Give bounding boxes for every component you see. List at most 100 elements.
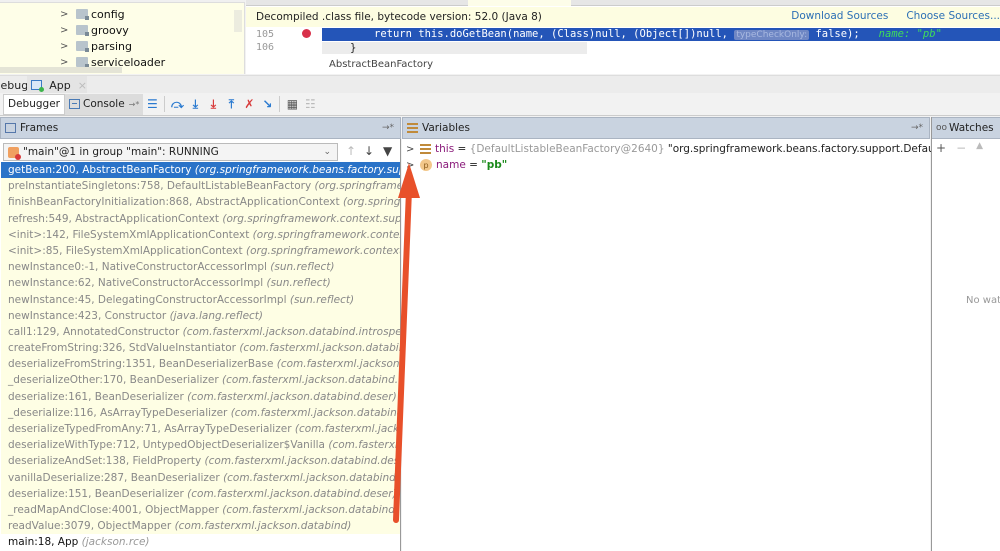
horizontal-scrollbar[interactable] — [0, 67, 122, 73]
filter-icon[interactable]: ▼ — [383, 144, 392, 158]
variable-name: name — [436, 159, 466, 171]
frame-row[interactable]: <init>:85, FileSystemXmlApplicationConte… — [1, 242, 400, 260]
frame-row[interactable]: vanillaDeserialize:287, BeanDeserializer… — [1, 469, 400, 486]
frame-package: (com.fasterxml.jackson.databind.deser) — [276, 358, 400, 371]
chevron-right-icon[interactable]: > — [60, 25, 72, 36]
pin-icon[interactable]: →* — [382, 123, 394, 133]
editor-tab-active[interactable] — [468, 0, 571, 6]
step-over-icon[interactable]: ⤼ — [168, 95, 186, 113]
frame-package: (org.springframework.context.support) — [342, 196, 400, 209]
equals: = — [454, 143, 470, 155]
frame-method: refresh:549, AbstractApplicationContext — [8, 212, 220, 225]
frames-title: Frames — [20, 122, 59, 134]
download-sources-link[interactable]: Download Sources — [791, 10, 888, 22]
chevron-right-icon[interactable]: > — [406, 160, 420, 171]
frame-package: (com.fasterxml.jackson.databind.jsontype… — [294, 423, 400, 435]
arrow-down-icon[interactable]: ↓ — [364, 144, 374, 158]
move-up-icon[interactable]: ▲ — [976, 141, 983, 155]
chevron-right-icon[interactable]: > — [60, 9, 72, 20]
frame-row[interactable]: newInstance0:-1, NativeConstructorAccess… — [1, 259, 400, 276]
frame-package: (java.lang.reflect) — [169, 309, 264, 322]
frame-row[interactable]: preInstantiateSingletons:758, DefaultLis… — [1, 178, 400, 195]
arrow-up-icon[interactable]: ↑ — [346, 144, 356, 158]
evaluate-expression-icon[interactable]: ▦ — [283, 95, 301, 113]
frame-row[interactable]: _deserialize:116, AsArrayTypeDeserialize… — [1, 404, 400, 421]
variable-name-row[interactable]: > p name = "pb" — [406, 157, 507, 173]
current-execution-line[interactable]: return this.doGetBean(name, (Class)null,… — [322, 28, 1000, 41]
debugger-toolbar: Debugger Console →* ☰ ⤼ ⤓ ⤓ ⤒ ✗ ↘ ▦ ☷ — [0, 93, 1000, 116]
tree-item-parsing[interactable]: > parsing — [60, 38, 132, 54]
add-icon[interactable]: + — [936, 141, 946, 155]
breadcrumb[interactable]: AbstractBeanFactory — [329, 59, 433, 70]
code-line[interactable]: } — [322, 42, 587, 54]
variable-name: this — [435, 143, 455, 155]
trace-icon[interactable]: ☷ — [301, 95, 319, 113]
drop-frame-icon[interactable]: ✗ — [240, 95, 258, 113]
run-to-cursor-icon[interactable]: ↘ — [258, 95, 276, 113]
pin-icon[interactable]: →* — [911, 123, 923, 133]
frame-row[interactable]: main:18, App (jackson.rce) — [1, 534, 400, 551]
frame-row[interactable]: newInstance:423, Constructor (java.lang.… — [1, 307, 400, 324]
remove-icon[interactable]: − — [956, 141, 966, 155]
divider — [164, 96, 166, 112]
frame-row[interactable]: deserialize:151, BeanDeserializer (com.f… — [1, 485, 400, 502]
watches-panel: oo Watches + − ▲ No watches — [931, 117, 1000, 551]
frame-package: (com.fasterxml.jackson.databind.deser.im… — [204, 455, 400, 468]
frame-row[interactable]: readValue:3079, ObjectMapper (com.faster… — [1, 518, 400, 535]
chevron-right-icon[interactable]: > — [406, 144, 420, 155]
line-number: 106 — [256, 42, 275, 53]
line-number: 105 — [256, 29, 275, 40]
frame-row[interactable]: deserializeTypedFromAny:71, AsArrayTypeD… — [1, 421, 400, 438]
field-icon — [420, 144, 431, 154]
equals: = — [465, 159, 482, 171]
step-into-icon[interactable]: ⤓ — [186, 95, 204, 113]
chevron-right-icon[interactable]: > — [60, 41, 72, 52]
frame-package: (sun.reflect) — [289, 293, 355, 306]
chevron-down-icon[interactable]: ⌄ — [323, 147, 331, 157]
pin-icon[interactable]: →* — [129, 100, 140, 109]
frame-row[interactable]: newInstance:62, NativeConstructorAccesso… — [1, 275, 400, 292]
variable-type: {DefaultListableBeanFactory@2640} — [469, 143, 665, 155]
frame-row[interactable]: refresh:549, AbstractApplicationContext … — [1, 210, 400, 227]
frames-header: Frames →* — [0, 117, 401, 139]
frame-row[interactable]: <init>:142, FileSystemXmlApplicationCont… — [1, 226, 400, 243]
frame-package: (com.fasterxml.jackson.databind.jsontype… — [230, 406, 400, 419]
glasses-icon: oo — [936, 123, 948, 133]
watches-title: Watches — [949, 122, 994, 134]
frame-row[interactable]: getBean:200, AbstractBeanFactory (org.sp… — [1, 162, 400, 179]
frame-method: _readMapAndClose:4001, ObjectMapper — [8, 503, 219, 516]
frame-row[interactable]: call1:129, AnnotatedConstructor (com.fas… — [1, 323, 400, 341]
thread-selector[interactable]: "main"@1 in group "main": RUNNING ⌄ — [3, 143, 338, 161]
tab-debugger[interactable]: Debugger — [3, 93, 65, 115]
editor-tabs[interactable] — [246, 0, 1000, 6]
chevron-right-icon[interactable]: > — [60, 57, 72, 68]
frame-row[interactable]: deserializeWithType:712, UntypedObjectDe… — [1, 437, 400, 454]
frame-method: deserialize:161, BeanDeserializer — [8, 390, 184, 403]
tree-item-groovy[interactable]: > groovy — [60, 22, 129, 38]
tree-item-config[interactable]: > config — [60, 6, 125, 22]
step-out-icon[interactable]: ⤒ — [222, 95, 240, 113]
frame-package: (com.fasterxml.jackson.databind) — [174, 520, 352, 533]
frame-row[interactable]: newInstance:45, DelegatingConstructorAcc… — [1, 291, 400, 308]
decompiled-notice: Decompiled .class file, bytecode version… — [246, 7, 1000, 27]
choose-sources-link[interactable]: Choose Sources... — [906, 10, 1000, 22]
close-icon[interactable]: × — [78, 79, 87, 92]
frame-row[interactable]: deserializeAndSet:138, FieldProperty (co… — [1, 453, 400, 470]
variable-this[interactable]: > this = {DefaultListableBeanFactory@264… — [406, 141, 1000, 157]
frame-row[interactable]: createFromString:326, StdValueInstantiat… — [1, 340, 400, 357]
debug-session-tab[interactable]: App × — [27, 76, 87, 94]
frame-row[interactable]: deserialize:161, BeanDeserializer (com.f… — [1, 388, 400, 405]
frame-row[interactable]: _deserializeOther:170, BeanDeserializer … — [1, 372, 400, 389]
force-step-into-icon[interactable]: ⤓ — [204, 95, 222, 113]
breakpoint-icon[interactable] — [302, 29, 311, 38]
vertical-scrollbar[interactable] — [234, 10, 242, 32]
frame-row[interactable]: finishBeanFactoryInitialization:868, Abs… — [1, 194, 400, 211]
console-icon — [68, 99, 80, 109]
frame-row[interactable]: _readMapAndClose:4001, ObjectMapper (com… — [1, 501, 400, 519]
frame-row[interactable]: deserializeFromString:1351, BeanDeserial… — [1, 356, 400, 373]
thread-icon — [8, 146, 21, 160]
tab-console[interactable]: Console →* — [64, 93, 144, 115]
frame-method: _deserialize:116, AsArrayTypeDeserialize… — [8, 406, 228, 419]
show-execution-point-icon[interactable]: ☰ — [143, 95, 161, 113]
package-icon — [76, 41, 89, 52]
